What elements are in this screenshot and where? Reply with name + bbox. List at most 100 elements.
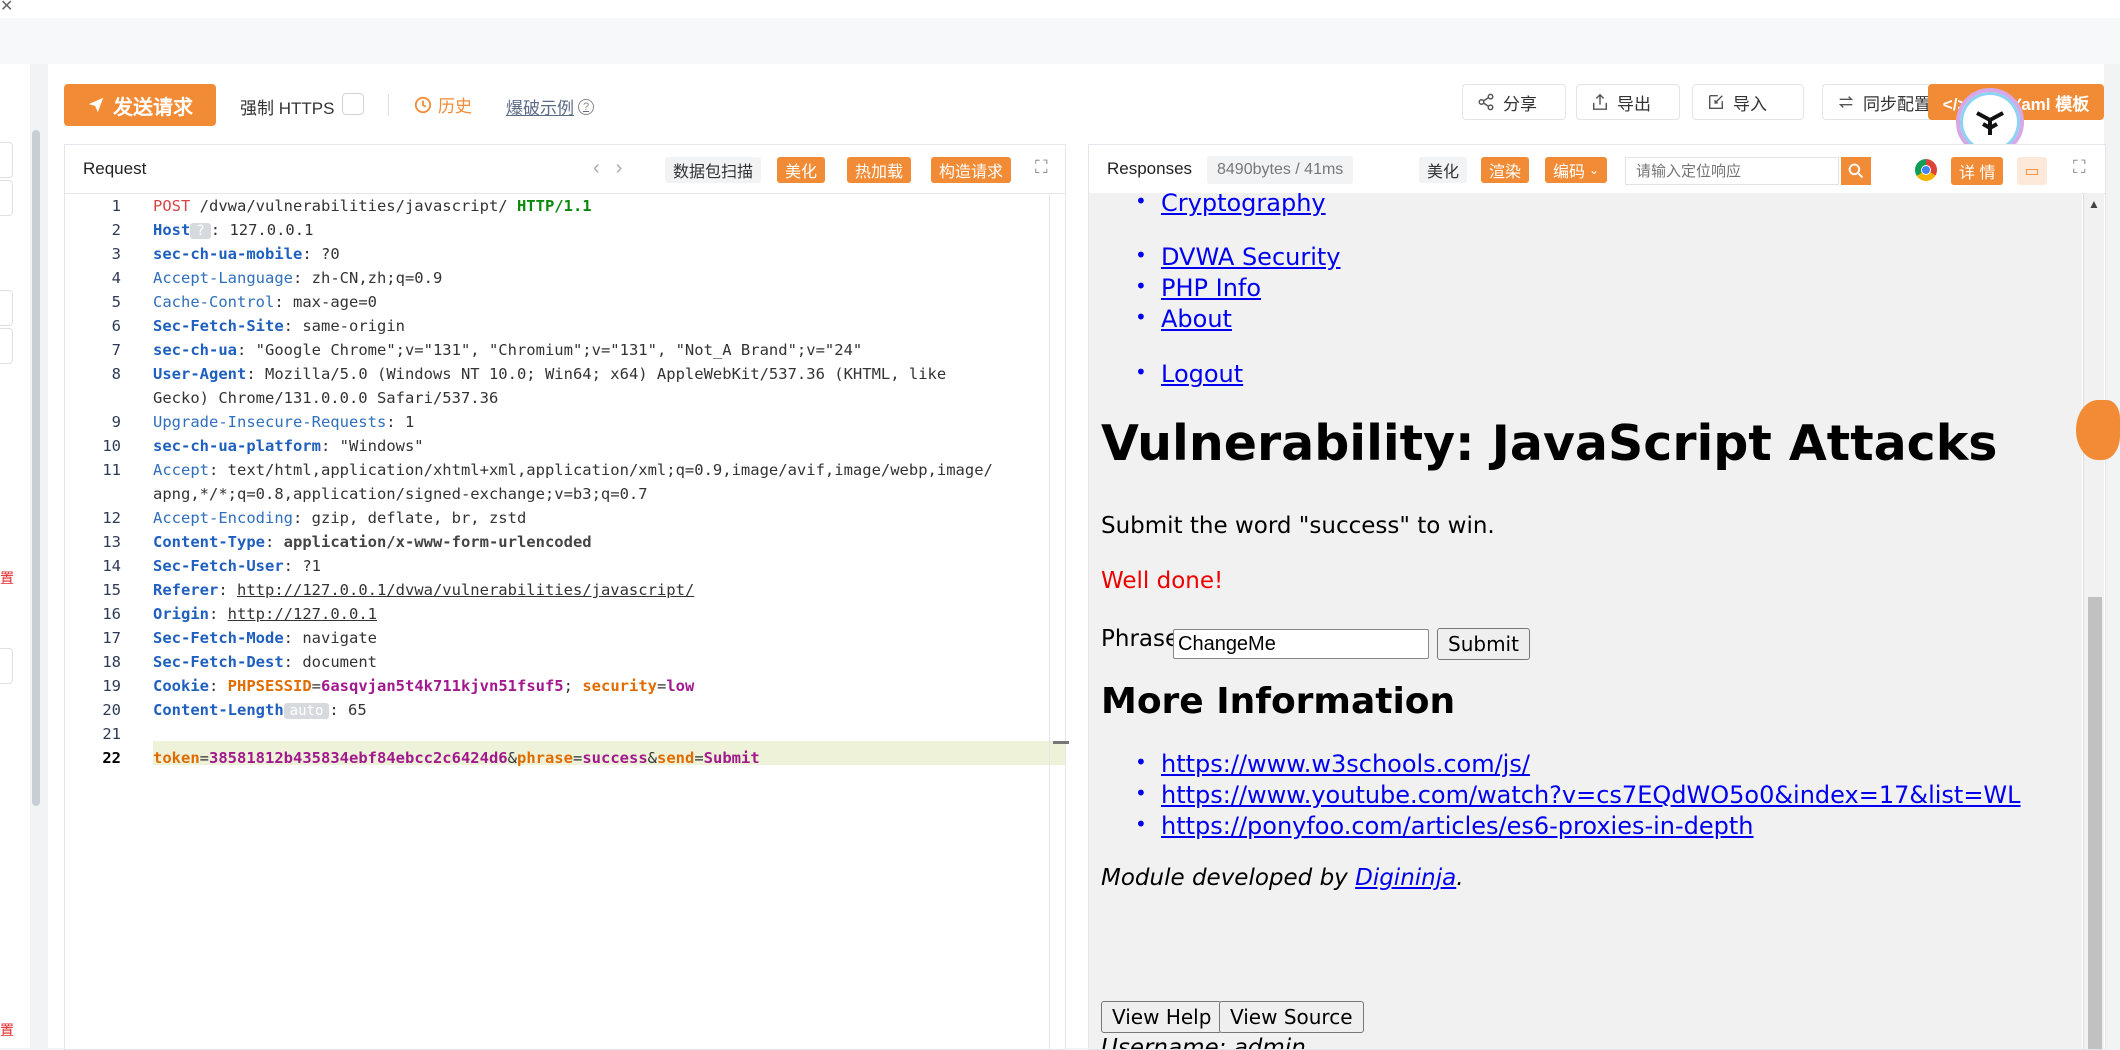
locate-response-input[interactable]	[1625, 157, 1839, 185]
history-nav-arrows[interactable]: ‹›	[593, 157, 638, 180]
force-https-checkbox[interactable]	[342, 93, 364, 115]
construct-request-button[interactable]: 构造请求	[931, 157, 1012, 183]
history-button[interactable]: 历史	[414, 92, 472, 117]
submit-button[interactable]: Submit	[1437, 628, 1530, 660]
line-number: 5	[111, 293, 121, 311]
module-credit: Module developed by Digininja.	[1101, 865, 1464, 891]
header-line: Accept-Encoding: gzip, deflate, br, zstd	[153, 509, 527, 527]
menu-link-cryptography[interactable]: Cryptography	[1135, 193, 1326, 217]
search-icon	[1848, 163, 1864, 179]
rail-tab[interactable]	[0, 328, 13, 364]
cookie-line: Cookie: PHPSESSID=6asqvjan5t4k711kjvn51f…	[153, 677, 695, 695]
header-line: Sec-Fetch-Mode: navigate	[153, 629, 377, 647]
phrase-label: Phrase	[1101, 626, 1180, 652]
expand-icon[interactable]: ⛶	[1035, 157, 1048, 178]
header-line: Accept: text/html,application/xhtml+xml,…	[153, 461, 993, 479]
rail-mark: 置	[0, 570, 14, 586]
line-number: 12	[102, 509, 121, 527]
toolbar: 发送请求 强制 HTTPS 历史 爆破示例 ? 分享 导出 导入 同步配置 </…	[48, 64, 2104, 156]
instruction-text: Submit the word "success" to win.	[1101, 513, 1495, 539]
search-button[interactable]	[1841, 157, 1871, 185]
chevron-down-icon: ⌄	[1589, 163, 1600, 177]
rail-tab[interactable]	[0, 648, 13, 684]
packet-scan-button[interactable]: 数据包扫描	[665, 157, 762, 183]
menu-link-dvwa-security[interactable]: DVWA Security	[1135, 243, 1340, 271]
page-heading: Vulnerability: JavaScript Attacks	[1101, 415, 1998, 472]
import-button[interactable]: 导入	[1692, 84, 1804, 120]
line-number: 13	[102, 533, 121, 551]
sync-config-label: 同步配置	[1863, 94, 1931, 114]
help-icon: ?	[578, 98, 594, 115]
line-number: 7	[111, 341, 121, 359]
info-link[interactable]: https://www.youtube.com/watch?v=cs7EQdWO…	[1135, 781, 2021, 809]
left-rail: 置 置	[0, 64, 40, 1048]
request-panel: Request ‹› 数据包扫描 美化 热加载 构造请求 ⛶ 1 2 3 4 5…	[64, 144, 1069, 1050]
chrome-browser-icon[interactable]	[1915, 159, 1937, 181]
view-source-button[interactable]: View Source	[1219, 1001, 1364, 1033]
hot-load-button[interactable]: 热加载	[847, 157, 912, 183]
expand-icon[interactable]: ⛶	[2073, 157, 2086, 178]
line-number: 21	[102, 725, 121, 743]
request-title: Request	[83, 159, 147, 178]
line-number: 22	[102, 749, 121, 767]
response-panel: Responses 8490bytes / 41ms 美化 渲染 编码⌄ 详 情…	[1088, 144, 2106, 1050]
rail-tab[interactable]	[0, 180, 13, 216]
result-message: Well done!	[1101, 568, 1224, 594]
info-link[interactable]: https://www.w3schools.com/js/	[1135, 750, 1530, 778]
phrase-input[interactable]	[1173, 629, 1429, 659]
top-band	[0, 18, 2120, 64]
beautify-request-button[interactable]: 美化	[777, 157, 826, 183]
line-number: 17	[102, 629, 121, 647]
line-number: 14	[102, 557, 121, 575]
history-label: 历史	[438, 97, 472, 116]
rail-scrollbar[interactable]	[32, 130, 40, 806]
render-response-button[interactable]: 渲染	[1481, 157, 1530, 183]
encoding-dropdown[interactable]: 编码 ⌄	[1545, 157, 1608, 183]
header-line: Cache-Control: max-age=0	[153, 293, 377, 311]
minimap-marker	[1053, 741, 1069, 744]
response-scrollbar[interactable]: ▲	[2083, 193, 2104, 1049]
menu-link-php-info[interactable]: PHP Info	[1135, 274, 1261, 302]
comment-icon[interactable]: ▭	[2017, 157, 2047, 185]
header-line: sec-ch-ua-mobile: ?0	[153, 245, 340, 263]
rail-tab[interactable]	[0, 290, 13, 326]
send-request-label: 发送请求	[113, 96, 193, 119]
header-line: Content-Length auto: 65	[153, 701, 367, 719]
share-icon	[1478, 93, 1494, 111]
editor-scroll-track[interactable]	[1049, 193, 1050, 1049]
line-number: 2	[111, 221, 121, 239]
response-header: Responses 8490bytes / 41ms 美化 渲染 编码⌄ 详 情…	[1089, 145, 2105, 194]
menu-link-logout[interactable]: Logout	[1135, 360, 1243, 388]
close-icon[interactable]: ✕	[0, 0, 13, 16]
header-line: Upgrade-Insecure-Requests: 1	[153, 413, 415, 431]
export-button[interactable]: 导出	[1576, 84, 1680, 120]
request-editor[interactable]: 1 2 3 4 5 6 7 8 9 10 11 12 13 14 15 16 1…	[65, 193, 1069, 1049]
request-line: POST /dvwa/vulnerabilities/javascript/ H…	[153, 197, 592, 215]
scroll-up-icon[interactable]: ▲	[2088, 197, 2100, 211]
header-line: Sec-Fetch-Site: same-origin	[153, 317, 405, 335]
header-line: Accept-Language: zh-CN,zh;q=0.9	[153, 269, 443, 287]
main-panel: 发送请求 强制 HTTPS 历史 爆破示例 ? 分享 导出 导入 同步配置 </…	[48, 64, 2106, 1050]
response-title: Responses	[1107, 159, 1193, 178]
author-link[interactable]: Digininja	[1355, 865, 1456, 891]
share-button[interactable]: 分享	[1462, 84, 1566, 120]
line-number: 19	[102, 677, 121, 695]
beautify-response-button[interactable]: 美化	[1419, 157, 1468, 183]
scroll-thumb[interactable]	[2088, 597, 2102, 1049]
send-request-button[interactable]: 发送请求	[64, 84, 216, 126]
details-button[interactable]: 详 情	[1951, 157, 2004, 185]
view-help-button[interactable]: View Help	[1101, 1001, 1223, 1033]
share-label: 分享	[1503, 94, 1537, 114]
burst-example-label: 爆破示例	[506, 99, 574, 118]
menu-link-about[interactable]: About	[1135, 305, 1232, 333]
toolbar-divider	[388, 94, 389, 116]
burst-example-link[interactable]: 爆破示例 ?	[506, 94, 594, 119]
line-number: 16	[102, 605, 121, 623]
clock-icon	[414, 96, 432, 113]
info-link[interactable]: https://ponyfoo.com/articles/es6-proxies…	[1135, 812, 1753, 840]
mascot-icon[interactable]	[2076, 400, 2120, 460]
header-line: Sec-Fetch-Dest: document	[153, 653, 377, 671]
line-number: 8	[111, 365, 121, 383]
rail-tab[interactable]	[0, 142, 13, 178]
header-line-continuation: Gecko) Chrome/131.0.0.0 Safari/537.36	[153, 389, 499, 407]
